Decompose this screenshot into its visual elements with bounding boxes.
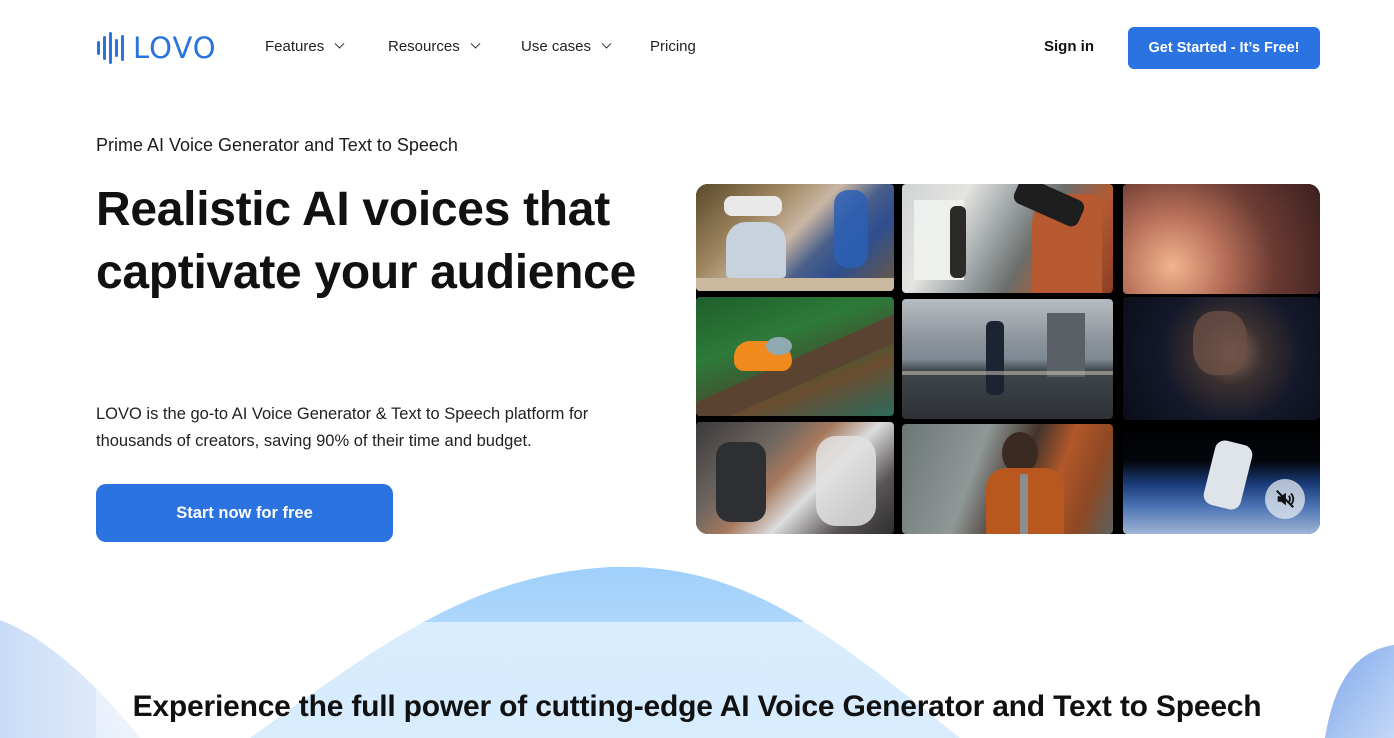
section-title: Experience the full power of cutting-edg… bbox=[132, 690, 1262, 723]
top-navigation: LOVO Features Resources Use cases Pricin… bbox=[0, 0, 1394, 96]
video-tile-mixing-console bbox=[1123, 184, 1320, 294]
start-now-button[interactable]: Start now for free bbox=[96, 484, 393, 542]
video-tile-runner bbox=[902, 299, 1113, 419]
hero-headline: Realistic AI voices that captivate your … bbox=[96, 183, 636, 299]
mute-toggle-button[interactable] bbox=[1265, 479, 1305, 519]
nav-item-use-cases[interactable]: Use cases bbox=[521, 38, 612, 55]
nav-item-label: Features bbox=[265, 38, 325, 55]
chevron-down-icon bbox=[334, 38, 345, 49]
nav-item-label: Resources bbox=[388, 38, 460, 55]
nav-item-label: Pricing bbox=[650, 38, 696, 55]
sign-in-link[interactable]: Sign in bbox=[1044, 38, 1094, 55]
hero-eyebrow: Prime AI Voice Generator and Text to Spe… bbox=[96, 135, 458, 155]
chevron-down-icon bbox=[601, 38, 612, 49]
lovo-logo[interactable]: LOVO bbox=[97, 31, 217, 65]
video-tile-frog bbox=[696, 297, 894, 416]
video-tile-teacher bbox=[902, 424, 1113, 534]
nav-item-features[interactable]: Features bbox=[265, 38, 345, 55]
video-tile-photographer bbox=[902, 184, 1113, 293]
hero-description: LOVO is the go-to AI Voice Generator & T… bbox=[96, 405, 589, 450]
nav-item-pricing[interactable]: Pricing bbox=[650, 38, 696, 55]
get-started-button[interactable]: Get Started - It’s Free! bbox=[1128, 27, 1320, 69]
logo-wordmark: LOVO bbox=[133, 30, 217, 65]
video-tile-vr-headset bbox=[696, 184, 894, 291]
speaker-muted-icon bbox=[1276, 490, 1295, 508]
video-tile-robot-arm bbox=[696, 422, 894, 534]
nav-item-label: Use cases bbox=[521, 38, 592, 55]
hero-video-grid bbox=[696, 184, 1320, 534]
chevron-down-icon bbox=[470, 38, 481, 49]
video-tile-woman-phone bbox=[1123, 297, 1320, 420]
soundwave-logo-icon bbox=[97, 32, 124, 64]
nav-item-resources[interactable]: Resources bbox=[388, 38, 481, 55]
